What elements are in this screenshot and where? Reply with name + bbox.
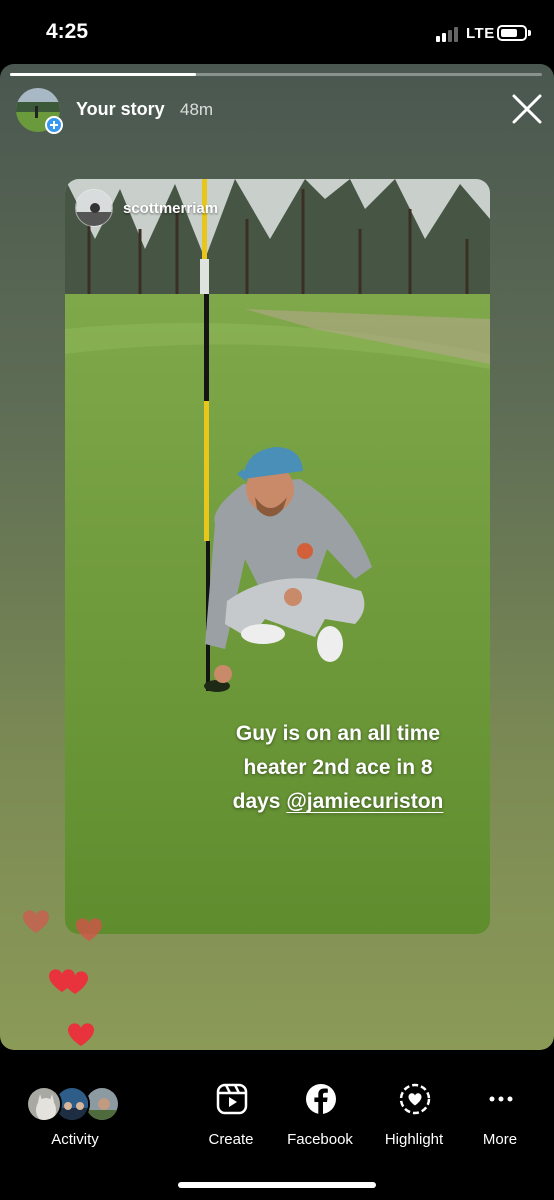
story-owner-label[interactable]: Your story xyxy=(76,99,165,120)
story-viewer[interactable]: Your story 48m scottmerriam Guy is on an… xyxy=(0,64,554,1050)
more-label: More xyxy=(482,1131,518,1148)
heart-icon xyxy=(23,910,49,933)
story-timestamp: 48m xyxy=(180,100,214,119)
cellular-signal-icon xyxy=(436,26,462,42)
reposted-username[interactable]: scottmerriam xyxy=(123,200,218,217)
battery-icon xyxy=(497,25,527,41)
heart-icon xyxy=(49,969,75,992)
highlight-button[interactable]: Highlight xyxy=(369,1082,459,1162)
heart-icon xyxy=(68,1023,94,1046)
activity-label: Activity xyxy=(51,1131,99,1148)
more-button[interactable]: More xyxy=(455,1082,545,1162)
reels-create-icon xyxy=(216,1083,248,1115)
facebook-label: Facebook xyxy=(287,1131,353,1148)
story-action-bar: Activity Create Facebook Highlight More xyxy=(0,1050,554,1200)
golf-photo xyxy=(65,179,490,934)
activity-button[interactable]: Activity xyxy=(20,1082,130,1162)
caption-line: Guy is on an all time xyxy=(235,722,441,745)
reposted-story-card[interactable]: scottmerriam Guy is on an all time heate… xyxy=(65,179,490,934)
story-caption: Guy is on an all time heater 2nd ace in … xyxy=(193,717,483,819)
highlight-label: Highlight xyxy=(384,1131,444,1148)
status-time: 4:25 xyxy=(46,20,89,43)
story-progress-bar xyxy=(10,73,542,76)
story-progress-fill xyxy=(10,73,197,76)
heart-icon xyxy=(62,971,88,994)
network-type: LTE xyxy=(466,25,495,42)
status-bar: 4:25 LTE xyxy=(0,0,554,64)
close-icon[interactable] xyxy=(508,90,546,128)
mention-link[interactable]: @jamiecuriston xyxy=(286,790,443,813)
home-indicator[interactable] xyxy=(178,1182,376,1188)
create-label: Create xyxy=(208,1131,254,1148)
add-story-plus-icon[interactable] xyxy=(45,116,63,134)
facebook-icon xyxy=(306,1084,336,1114)
caption-line: days xyxy=(232,790,287,813)
more-dots-icon xyxy=(489,1096,513,1102)
reposted-user-avatar[interactable] xyxy=(75,189,113,227)
highlight-heart-icon xyxy=(399,1083,431,1115)
viewer-avatar xyxy=(26,1086,62,1122)
caption-line: heater 2nd ace in 8 xyxy=(243,756,433,779)
share-to-facebook-button[interactable]: Facebook xyxy=(275,1082,365,1162)
create-button[interactable]: Create xyxy=(186,1082,276,1162)
